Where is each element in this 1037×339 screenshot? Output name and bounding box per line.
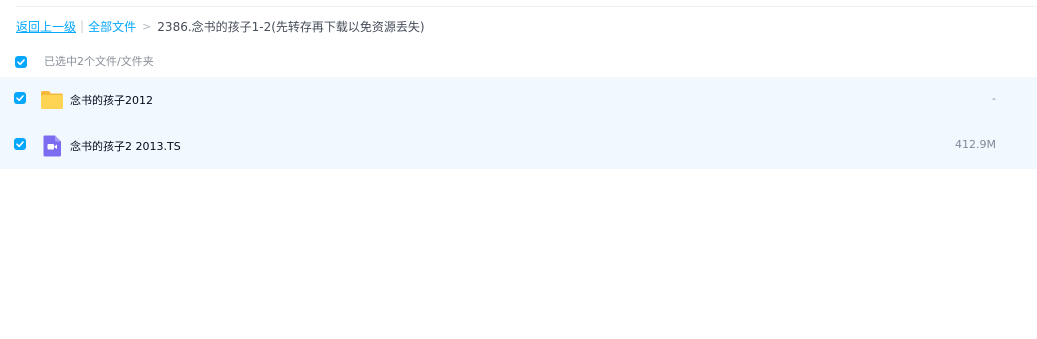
video-file-icon — [40, 135, 64, 157]
top-divider — [16, 6, 1037, 7]
row-checkbox[interactable] — [14, 92, 26, 104]
select-all-checkbox[interactable] — [15, 56, 27, 68]
checkmark-icon — [16, 141, 24, 148]
file-size: 412.9M — [955, 138, 996, 151]
current-folder-label: 2386.念书的孩子1-2(先转存再下载以免资源丢失) — [157, 19, 425, 34]
file-row-folder[interactable]: 念书的孩子2012 - — [0, 77, 1037, 123]
file-row-video[interactable]: 念书的孩子2 2013.TS 412.9M — [0, 123, 1037, 169]
checkmark-icon — [16, 95, 24, 102]
back-up-one-level-link[interactable]: 返回上一级 — [16, 18, 76, 35]
selection-bar: 已选中2个文件/文件夹 — [0, 50, 1037, 72]
folder-icon — [40, 89, 64, 111]
breadcrumb-separator: | — [80, 19, 85, 33]
file-name[interactable]: 念书的孩子2 2013.TS — [70, 138, 181, 154]
file-name[interactable]: 念书的孩子2012 — [70, 92, 153, 108]
all-files-link[interactable]: 全部文件 — [88, 18, 136, 35]
checkmark-icon — [17, 59, 25, 66]
file-list: 念书的孩子2012 - 念书的孩子2 2013.TS 412.9M — [0, 77, 1037, 169]
file-size: - — [992, 92, 996, 105]
breadcrumb: 返回上一级 | 全部文件 > 2386.念书的孩子1-2(先转存再下载以免资源丢… — [16, 17, 425, 35]
selection-summary: 已选中2个文件/文件夹 — [44, 55, 154, 68]
breadcrumb-arrow-icon: > — [142, 19, 152, 33]
row-checkbox[interactable] — [14, 138, 26, 150]
